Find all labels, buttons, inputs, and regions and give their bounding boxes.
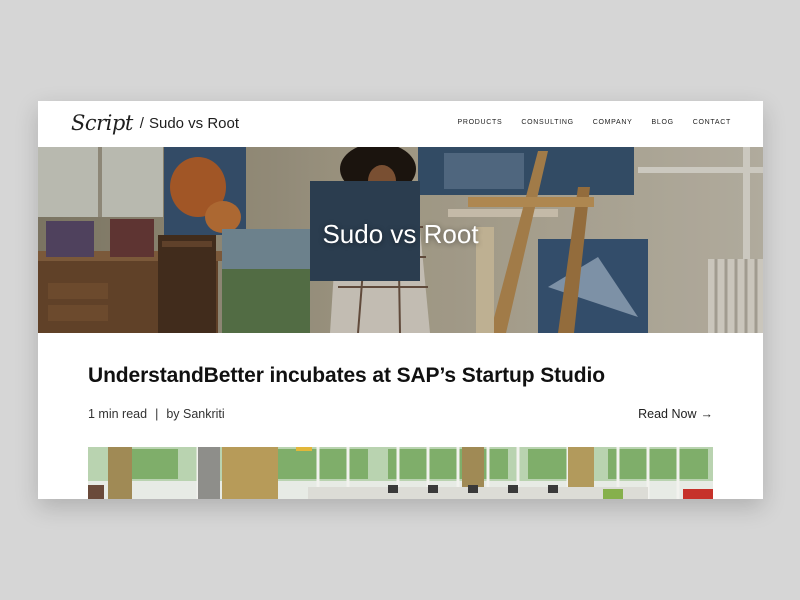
office-photo	[88, 447, 713, 499]
hero-banner: Sudo vs Root	[38, 147, 763, 333]
meta-divider: |	[155, 407, 159, 421]
site-header: Script / Sudo vs Root PRODUCTS CONSULTIN…	[38, 101, 763, 147]
post-meta: 1 min read | by Sankriti	[88, 407, 225, 421]
blog-card: Script / Sudo vs Root PRODUCTS CONSULTIN…	[38, 101, 763, 499]
brand-separator: /	[139, 114, 144, 132]
post-featured-image[interactable]	[88, 447, 713, 499]
post-author[interactable]: by Sankriti	[166, 407, 224, 421]
main-nav: PRODUCTS CONSULTING COMPANY BLOG CONTACT	[457, 119, 731, 126]
nav-consulting[interactable]: CONSULTING	[521, 119, 573, 126]
hero-title: Sudo vs Root	[322, 219, 479, 249]
read-now-label: Read Now	[638, 407, 697, 421]
nav-company[interactable]: COMPANY	[593, 119, 633, 126]
arrow-right-icon: →	[700, 407, 714, 421]
site-title[interactable]: Sudo vs Root	[149, 115, 239, 132]
post-title[interactable]: UnderstandBetter incubates at SAP’s Star…	[88, 364, 605, 388]
script-logo[interactable]: Script	[71, 111, 133, 135]
brand[interactable]: Script / Sudo vs Root	[71, 111, 239, 135]
nav-contact[interactable]: CONTACT	[693, 119, 731, 126]
read-now-link[interactable]: Read Now →	[638, 407, 713, 421]
nav-blog[interactable]: BLOG	[652, 119, 674, 126]
read-time: 1 min read	[88, 407, 148, 421]
nav-products[interactable]: PRODUCTS	[457, 119, 502, 126]
